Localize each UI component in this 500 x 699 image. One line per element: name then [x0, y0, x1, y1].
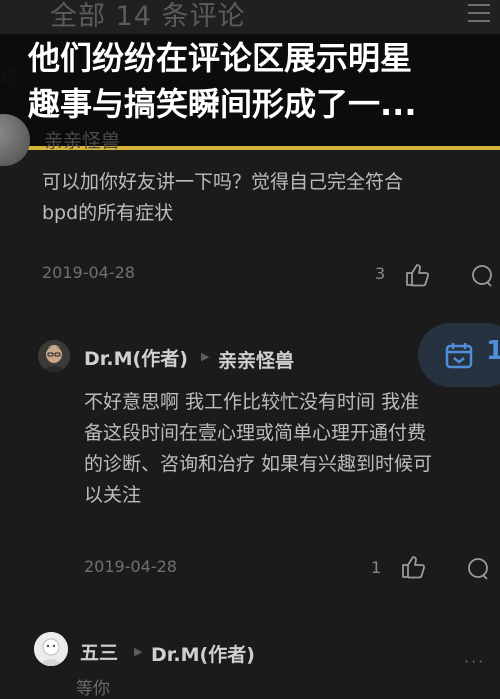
comment-date: 2019-04-28	[42, 263, 135, 282]
comment-text-line: bpd的所有症状	[42, 202, 174, 224]
comments-count-title: 全部 14 条评论	[50, 1, 246, 32]
comment-text: 可以加你好友讲一下吗？觉得自己完全符合 bpd的所有症状	[42, 167, 403, 229]
menu-icon[interactable]	[468, 4, 490, 28]
more-icon[interactable]: ···	[464, 652, 485, 671]
avatar-face	[38, 340, 70, 372]
fab-count: 1	[486, 336, 500, 366]
reply-target[interactable]: 亲亲怪兽	[218, 346, 294, 373]
avatar[interactable]	[38, 340, 70, 372]
comment-text-line: 不好意思啊 我工作比较忙没有时间 我准	[84, 391, 420, 413]
top-bar: 全部 14 条评论	[0, 0, 500, 34]
like-count: 3	[375, 264, 386, 283]
caption-line-2: 趣事与搞笑瞬间形成了一...	[28, 85, 417, 123]
comment-text-line: 以关注	[84, 484, 142, 506]
thumb-up-icon[interactable]	[404, 262, 430, 288]
comment-bubble-icon[interactable]	[466, 557, 490, 581]
thumb-up-icon[interactable]	[400, 554, 426, 580]
comment-author[interactable]: Dr.M(作者)	[84, 344, 188, 371]
comment-text-line: 可以加你好友讲一下吗？觉得自己完全符合	[42, 171, 404, 193]
reply-target[interactable]: Dr.M(作者)	[151, 640, 255, 667]
reply-arrow-icon: ▶	[134, 645, 143, 658]
calendar-icon[interactable]	[444, 340, 474, 370]
comment-author[interactable]: 五三	[80, 638, 118, 665]
comment-author[interactable]: 亲亲怪兽	[44, 126, 120, 153]
comment-text: 不好意思啊 我工作比较忙没有时间 我准 备这段时间在壹心理或简单心理开通付费 的…	[84, 387, 432, 511]
reply-arrow-icon: ▶	[201, 350, 210, 363]
caption-line-1: 他们纷纷在评论区展示明星	[28, 39, 413, 77]
avatar-face	[34, 632, 68, 666]
like-count: 1	[371, 558, 382, 577]
comment-bubble-icon[interactable]	[470, 264, 494, 288]
comment-date: 2019-04-28	[84, 557, 177, 576]
avatar[interactable]	[34, 632, 68, 666]
comment-text-line: 的诊断、咨询和治疗 如果有兴趣到时候可	[84, 453, 433, 475]
comment-text-line: 备这段时间在壹心理或简单心理开通付费	[84, 422, 427, 444]
